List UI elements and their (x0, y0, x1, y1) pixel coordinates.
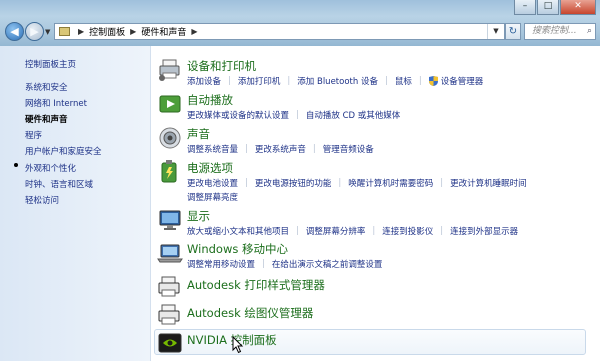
nvidia-icon (158, 333, 182, 353)
close-button[interactable]: ✕ (560, 0, 596, 15)
display-icon (159, 210, 181, 230)
sidebar-item-appearance[interactable]: 外观和个性化 (25, 162, 76, 174)
breadcrumb-control-panel[interactable]: 控制面板 (89, 25, 125, 38)
sidebar-item-programs[interactable]: 程序 (25, 129, 42, 141)
current-item-bullet (14, 163, 18, 167)
link-add-bluetooth[interactable]: 添加 Bluetooth 设备 (297, 75, 378, 87)
link-adjust-brightness[interactable]: 调整屏幕亮度 (187, 191, 238, 203)
search-placeholder: 搜索控制... (532, 26, 577, 36)
refresh-icon: ↻ (508, 26, 518, 37)
sound-icon (159, 127, 181, 149)
link-device-manager[interactable]: 设备管理器 (441, 75, 484, 87)
sidebar-item-user-accounts[interactable]: 用户帐户和家庭安全 (25, 145, 102, 157)
sidebar: 控制面板主页 系统和安全 网络和 Internet 硬件和声音 程序 用户帐户和… (0, 46, 151, 361)
category-links: 更改媒体或设备的默认设置 | 自动播放 CD 或其他媒体 (187, 109, 401, 121)
search-input[interactable]: 搜索控制... ⌕ (524, 23, 596, 40)
power-options-icon (161, 160, 177, 183)
sidebar-item-hardware-sound: 硬件和声音 (25, 115, 68, 125)
link-connect-projector[interactable]: 连接到投影仪 (382, 225, 433, 237)
breadcrumb-separator[interactable]: ▶ (191, 27, 197, 36)
sidebar-item-network[interactable]: 网络和 Internet (25, 97, 87, 109)
link-mouse[interactable]: 鼠标 (395, 75, 412, 87)
devices-printers-icon (159, 59, 180, 81)
address-dropdown-button[interactable]: ▼ (487, 24, 504, 39)
recent-pages-dropdown[interactable]: ▼ (45, 28, 50, 36)
category-title[interactable]: Windows 移动中心 (187, 241, 288, 257)
maximize-button[interactable]: □ (537, 0, 559, 15)
autodesk-plotter-icon (158, 304, 180, 325)
sidebar-item-clock-language[interactable]: 时钟、语言和区域 (25, 178, 93, 190)
category-links: 更改电池设置 | 更改电源按钮的功能 | 唤醒计算机时需要密码 | 更改计算机睡眠时间 (187, 177, 527, 189)
sidebar-item-system-security[interactable]: 系统和安全 (25, 81, 68, 93)
breadcrumb-hardware-sound[interactable]: 硬件和声音 (141, 25, 186, 38)
link-sleep-time[interactable]: 更改计算机睡眠时间 (450, 177, 527, 189)
link-manage-audio-devices[interactable]: 管理音频设备 (323, 143, 374, 155)
link-screen-resolution[interactable]: 调整屏幕分辨率 (306, 225, 366, 237)
category-title[interactable]: Autodesk 打印样式管理器 (187, 277, 325, 293)
category-title[interactable]: Autodesk 绘图仪管理器 (187, 305, 313, 321)
category-title[interactable]: 电源选项 (187, 160, 233, 176)
window-controls: – □ ✕ (513, 0, 596, 16)
link-require-password[interactable]: 唤醒计算机时需要密码 (348, 177, 433, 189)
refresh-button[interactable]: ↻ (505, 23, 521, 40)
category-title[interactable]: 声音 (187, 126, 210, 142)
link-text-size[interactable]: 放大或缩小文本和其他项目 (187, 225, 289, 237)
category-links: 调整系统音量 | 更改系统声音 | 管理音频设备 (187, 143, 374, 155)
back-button[interactable]: ◀ (5, 22, 24, 41)
autodesk-plot-style-icon (158, 276, 180, 297)
link-autoplay-cd[interactable]: 自动播放 CD 或其他媒体 (306, 109, 400, 121)
category-title[interactable]: 设备和打印机 (187, 58, 256, 74)
address-bar[interactable]: ▶ 控制面板 ▶ 硬件和声音 ▶ ▼ (54, 23, 505, 40)
link-add-printer[interactable]: 添加打印机 (238, 75, 281, 87)
category-title[interactable]: 显示 (187, 208, 210, 224)
search-icon[interactable]: ⌕ (587, 24, 592, 39)
window-titlebar: – □ ✕ ◀ ▶ ▼ ▶ 控制面板 ▶ 硬件和声音 ▶ ▼ ↻ 搜索控制...… (0, 0, 600, 46)
breadcrumb-separator[interactable]: ▶ (130, 27, 136, 36)
forward-arrow-icon: ▶ (30, 25, 39, 38)
forward-button[interactable]: ▶ (25, 22, 44, 41)
link-adjust-volume[interactable]: 调整系统音量 (187, 143, 238, 155)
mobility-center-icon (157, 244, 183, 263)
category-links: 调整常用移动设置 | 在给出演示文稿之前调整设置 (187, 258, 383, 270)
link-add-device[interactable]: 添加设备 (187, 75, 221, 87)
category-links: 放大或缩小文本和其他项目 | 调整屏幕分辨率 | 连接到投影仪 | 连接到外部显示器 (187, 225, 519, 237)
link-mobility-settings[interactable]: 调整常用移动设置 (187, 258, 255, 270)
link-change-default-media[interactable]: 更改媒体或设备的默认设置 (187, 109, 289, 121)
link-power-buttons[interactable]: 更改电源按钮的功能 (255, 177, 332, 189)
sidebar-item-home[interactable]: 控制面板主页 (25, 58, 76, 70)
shield-icon (428, 76, 438, 86)
link-change-sounds[interactable]: 更改系统声音 (255, 143, 306, 155)
breadcrumb-separator[interactable]: ▶ (78, 27, 84, 36)
category-title[interactable]: 自动播放 (187, 92, 233, 108)
main-content: 设备和打印机 添加设备 | 添加打印机 | 添加 Bluetooth 设备 | 鼠标 |… (151, 46, 600, 361)
link-presentation-settings[interactable]: 在给出演示文稿之前调整设置 (272, 258, 383, 270)
link-change-battery[interactable]: 更改电池设置 (187, 177, 238, 189)
category-links: 添加设备 | 添加打印机 | 添加 Bluetooth 设备 | 鼠标 | 设备管理器 (187, 75, 484, 87)
back-arrow-icon: ◀ (10, 25, 19, 38)
link-external-display[interactable]: 连接到外部显示器 (450, 225, 518, 237)
autoplay-icon (159, 95, 181, 113)
control-panel-icon (59, 27, 70, 36)
mouse-cursor-icon (232, 336, 244, 354)
minimize-button[interactable]: – (514, 0, 536, 15)
sidebar-item-ease-of-access[interactable]: 轻松访问 (25, 194, 59, 206)
